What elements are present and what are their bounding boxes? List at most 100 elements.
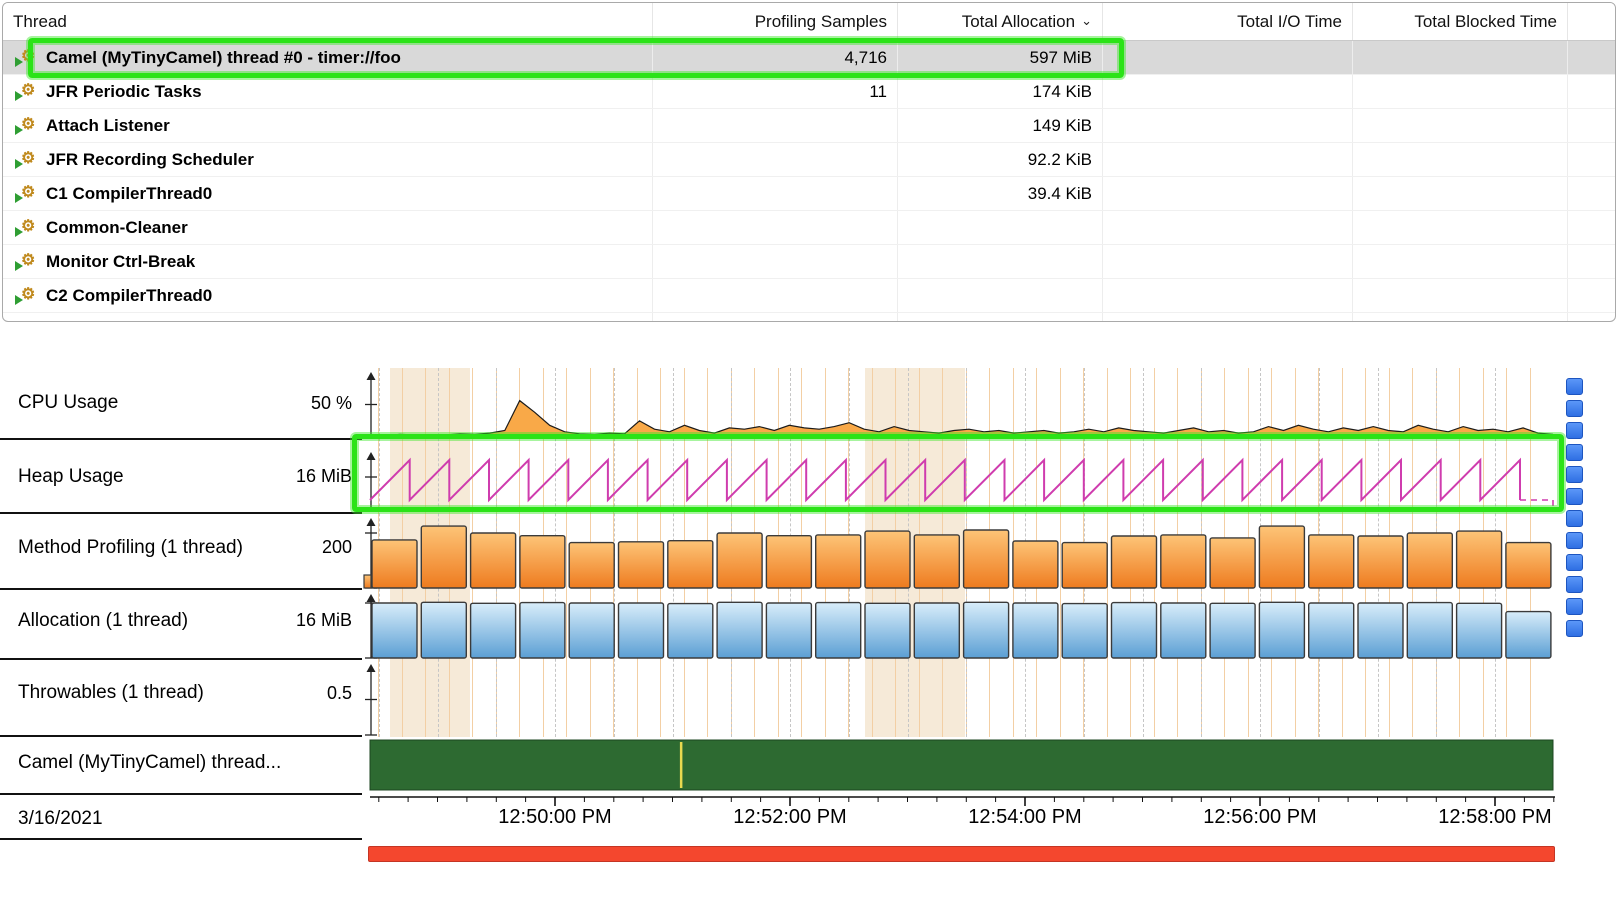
time-axis-label: 12:54:00 PM — [935, 806, 1115, 829]
profiling-samples-cell — [653, 211, 898, 244]
thread-name-cell: ⚙JFR Recording Scheduler — [3, 143, 653, 176]
column-header-total-blocked-time[interactable]: Total Blocked Time — [1353, 3, 1568, 40]
thread-name-cell: ⚙Monitor Ctrl-Break — [3, 245, 653, 278]
gear-icon: ⚙ — [21, 115, 35, 135]
chart-area[interactable] — [370, 368, 1556, 838]
thread-row[interactable]: ⚙ C2 CompilerThread0 — [3, 279, 1615, 313]
lane-control-button[interactable] — [1566, 466, 1583, 483]
total-blocked-time-cell — [1353, 279, 1568, 312]
thread-name-cell: ⚙ main — [3, 313, 653, 322]
total-io-time-cell — [1103, 245, 1353, 278]
total-allocation-cell: 174 KiB — [898, 75, 1103, 108]
thread-row[interactable]: ⚙ main — [3, 313, 1615, 322]
time-axis-label: 12:58:00 PM — [1405, 806, 1556, 829]
total-blocked-time-cell — [1353, 41, 1568, 74]
total-blocked-time-cell — [1353, 177, 1568, 210]
thread-icon: ⚙ — [15, 81, 39, 103]
lane-control-button[interactable] — [1566, 378, 1583, 395]
gear-icon: ⚙ — [21, 47, 35, 67]
total-io-time-cell — [1103, 313, 1353, 322]
lane-separator — [0, 658, 362, 660]
column-header-profiling-samples[interactable]: Profiling Samples — [653, 3, 898, 40]
thread-icon: ⚙ — [15, 115, 39, 137]
lane-axis-value: 50 % — [250, 393, 352, 414]
thread-name-cell: ⚙ JFR Periodic Tasks — [3, 75, 653, 108]
column-header-label: Total Blocked Time — [1414, 12, 1557, 32]
lane-control-button[interactable] — [1566, 576, 1583, 593]
thread-icon: ⚙ — [15, 251, 39, 273]
thread-row[interactable]: ⚙Monitor Ctrl-Break — [3, 245, 1615, 279]
thread-name: Attach Listener — [46, 116, 170, 136]
total-blocked-time-cell — [1353, 211, 1568, 244]
lane-control-button[interactable] — [1566, 488, 1583, 505]
gear-icon: ⚙ — [21, 285, 35, 305]
lane-axis-value: 16 MiB — [250, 466, 352, 487]
column-header-total-allocation[interactable]: Total Allocation ⌄ — [898, 3, 1103, 40]
thread-row[interactable]: ⚙ Attach Listener 149 KiB — [3, 109, 1615, 143]
lane-separator — [0, 735, 362, 737]
gear-icon: ⚙ — [21, 81, 35, 101]
threads-table-header: ThreadProfiling Samples Total Allocation ⌄… — [3, 3, 1615, 41]
total-io-time-cell — [1103, 75, 1353, 108]
lane-control-button[interactable] — [1566, 620, 1583, 637]
lane-control-button[interactable] — [1566, 554, 1583, 571]
thread-icon: ⚙ — [15, 217, 39, 239]
thread-name: C2 CompilerThread0 — [46, 286, 212, 306]
column-header-thread[interactable]: Thread — [3, 3, 653, 40]
gear-icon: ⚙ — [21, 251, 35, 271]
timeline-scrollbar[interactable] — [368, 846, 1555, 862]
lane-label-6: Camel (MyTinyCamel) thread... — [18, 752, 281, 774]
lane-control-button[interactable] — [1566, 532, 1583, 549]
total-allocation-cell — [898, 211, 1103, 244]
column-header-label: Total Allocation — [962, 12, 1075, 32]
lane-label-1: CPU Usage — [18, 392, 118, 414]
total-allocation-cell: 597 MiB — [898, 41, 1103, 74]
sort-descending-icon: ⌄ — [1081, 13, 1092, 29]
thread-name-cell: ⚙C1 CompilerThread0 — [3, 177, 653, 210]
total-blocked-time-cell — [1353, 143, 1568, 176]
thread-name: JFR Periodic Tasks — [46, 82, 202, 102]
thread-icon: ⚙ — [15, 149, 39, 171]
gear-icon: ⚙ — [21, 319, 35, 323]
lane-control-button[interactable] — [1566, 422, 1583, 439]
profiling-samples-cell — [653, 177, 898, 210]
thread-row[interactable]: ⚙JFR Periodic Tasks11174 KiB — [3, 75, 1615, 109]
lane-control-button[interactable] — [1566, 510, 1583, 527]
total-io-time-cell — [1103, 41, 1353, 74]
time-axis-label: 12:52:00 PM — [700, 806, 880, 829]
lane-label-2: Heap Usage — [18, 466, 124, 488]
thread-row[interactable]: ⚙C1 CompilerThread0 39.4 KiB — [3, 177, 1615, 211]
thread-name: C1 CompilerThread0 — [46, 184, 212, 204]
thread-icon: ⚙ — [15, 319, 39, 323]
thread-row[interactable]: ⚙Common-Cleaner — [3, 211, 1615, 245]
column-header-total-i-o-time[interactable]: Total I/O Time — [1103, 3, 1353, 40]
lane-control-button[interactable] — [1566, 444, 1583, 461]
thread-icon: ⚙ — [15, 47, 39, 69]
thread-name: main — [46, 320, 86, 323]
lane-axis-value: 200 — [250, 537, 352, 558]
total-allocation-cell: 39.4 KiB — [898, 177, 1103, 210]
lane-control-button[interactable] — [1566, 400, 1583, 417]
column-header-label: Total I/O Time — [1237, 12, 1342, 32]
profiling-samples-cell — [653, 143, 898, 176]
lane-separator — [0, 512, 362, 514]
lane-axis-value: 16 MiB — [250, 610, 352, 631]
total-io-time-cell — [1103, 211, 1353, 244]
lane-control-button[interactable] — [1566, 598, 1583, 615]
thread-name-cell: ⚙ C2 CompilerThread0 — [3, 279, 653, 312]
total-io-time-cell — [1103, 143, 1353, 176]
lane-label-3: Method Profiling (1 thread) — [18, 537, 243, 559]
thread-name: Camel (MyTinyCamel) thread #0 - timer://… — [46, 48, 401, 68]
profiling-samples-cell: 4,716 — [653, 41, 898, 74]
thread-row[interactable]: ⚙ Camel (MyTinyCamel) thread #0 - timer:/… — [3, 41, 1615, 75]
total-io-time-cell — [1103, 279, 1353, 312]
gear-icon: ⚙ — [21, 217, 35, 237]
total-allocation-cell — [898, 279, 1103, 312]
total-blocked-time-cell — [1353, 75, 1568, 108]
thread-row[interactable]: ⚙JFR Recording Scheduler92.2 KiB — [3, 143, 1615, 177]
total-allocation-cell — [898, 245, 1103, 278]
total-allocation-cell: 149 KiB — [898, 109, 1103, 142]
time-axis-labels: 12:50:00 PM12:52:00 PM12:54:00 PM12:56:0… — [370, 806, 1556, 836]
thread-name-cell: ⚙ Camel (MyTinyCamel) thread #0 - timer:/… — [3, 41, 653, 74]
lane-separator — [0, 438, 362, 440]
